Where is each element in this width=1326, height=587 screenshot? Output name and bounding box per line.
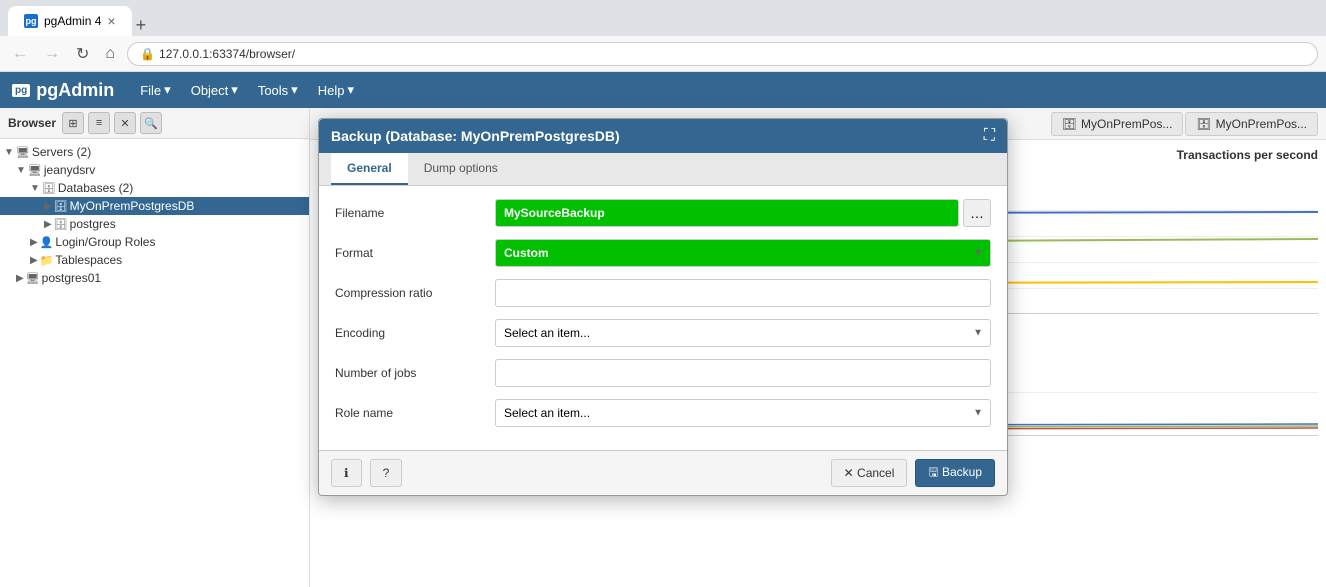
sidebar-grid-button[interactable]: ⊞ [62,112,84,134]
filename-row: Filename … [335,198,991,228]
chevron-jeanydsrv [16,165,26,176]
jobs-input[interactable] [495,359,991,387]
db-icon-2: 🗄 [1196,117,1211,131]
lock-icon: 🔒 [140,47,155,61]
menu-object[interactable]: Object ▾ [181,76,248,104]
filename-control: … [495,199,991,227]
chevron-tablespaces [30,255,38,266]
chevron-myonprem [44,201,52,212]
browser-label: Browser [6,112,58,134]
transactions-title: Transactions per second [1177,148,1318,162]
modal-header: Backup (Database: MyOnPremPostgresDB) ⛶ [319,119,1007,153]
servers-icon: 🖥 [16,146,30,159]
chevron-databases [30,183,40,194]
role-control: Select an item... ▼ [495,399,991,427]
sidebar-list-button[interactable]: ≡ [88,112,110,134]
sidebar-delete-button[interactable]: ✕ [114,112,136,134]
format-row: Format Custom Tar Plain Directory ▼ [335,238,991,268]
app-menu: File ▾ Object ▾ Tools ▾ Help ▾ [130,76,364,104]
address-bar[interactable]: 🔒 127.0.0.1:63374/browser/ [127,42,1318,66]
app-logo: pg pgAdmin [12,80,114,101]
chevron-postgres [44,219,52,230]
app-header: pg pgAdmin File ▾ Object ▾ Tools ▾ Help … [0,72,1326,108]
tree-item-tablespaces[interactable]: 📁 Tablespaces [0,251,309,269]
role-row: Role name Select an item... ▼ [335,398,991,428]
db-icon: 🗄 [54,200,68,213]
jobs-control [495,359,991,387]
backup-button[interactable]: 🖫 Backup [915,459,995,487]
menu-file[interactable]: File ▾ [130,76,180,104]
server01-icon: 🖥 [26,272,40,285]
browser-tab[interactable]: pg pgAdmin 4 × [8,6,132,36]
modal-tab-dump[interactable]: Dump options [408,153,514,185]
databases-icon: 🗄 [42,182,56,195]
extra-tab-1[interactable]: 🗄 MyOnPremPos... [1051,112,1184,136]
chevron-servers [4,147,14,158]
chevron-login [30,237,38,248]
footer-right: ✕ Cancel 🖫 Backup [831,459,995,487]
tree-item-login-roles[interactable]: 👤 Login/Group Roles [0,233,309,251]
browse-button[interactable]: … [963,199,991,227]
roles-icon: 👤 [40,236,54,249]
format-control: Custom Tar Plain Directory ▼ [495,239,991,267]
sidebar-search-button[interactable]: 🔍 [140,112,162,134]
tree-item-databases[interactable]: 🗄 Databases (2) [0,179,309,197]
tab-favicon: pg [24,14,38,28]
format-select[interactable]: Custom Tar Plain Directory [495,239,991,267]
compression-label: Compression ratio [335,286,495,300]
address-text: 127.0.0.1:63374/browser/ [159,47,1305,61]
back-button[interactable]: ← [8,43,32,65]
logo-box: pg [12,84,30,97]
modal-title: Backup (Database: MyOnPremPostgresDB) [331,128,620,144]
format-label: Format [335,246,495,260]
server-icon: 🖥 [28,164,42,177]
tree-item-myonprem[interactable]: 🗄 MyOnPremPostgresDB [0,197,309,215]
tree-item-postgres[interactable]: 🗄 postgres [0,215,309,233]
encoding-label: Encoding [335,326,495,340]
chevron-postgres01 [16,273,24,284]
tab-label: pgAdmin 4 [44,14,101,28]
jobs-row: Number of jobs [335,358,991,388]
new-tab-button[interactable]: + [132,15,151,36]
tab-close-button[interactable]: × [107,14,115,28]
backup-modal: Backup (Database: MyOnPremPostgresDB) ⛶ … [318,118,1008,496]
cancel-button[interactable]: ✕ Cancel [831,459,908,487]
encoding-select[interactable]: Select an item... [495,319,991,347]
filename-input[interactable] [495,199,959,227]
postgres-icon: 🗄 [54,218,68,231]
tree-item-servers[interactable]: 🖥 Servers (2) [0,143,309,161]
modal-footer: ℹ ? ✕ Cancel 🖫 Backup [319,450,1007,495]
modal-tabs: General Dump options [319,153,1007,186]
help-button[interactable]: ? [370,459,403,487]
extra-tabs: 🗄 MyOnPremPos... 🗄 MyOnPremPos... [1051,112,1318,136]
encoding-control: Select an item... ▼ [495,319,991,347]
role-label: Role name [335,406,495,420]
modal-tab-general[interactable]: General [331,153,408,185]
menu-help[interactable]: Help ▾ [308,76,364,104]
info-button[interactable]: ℹ [331,459,362,487]
tablespaces-icon: 📁 [40,254,54,267]
tree-item-jeanydsrv[interactable]: 🖥 jeanydsrv [0,161,309,179]
role-select[interactable]: Select an item... [495,399,991,427]
forward-button[interactable]: → [40,43,64,65]
encoding-row: Encoding Select an item... ▼ [335,318,991,348]
logo-text: pgAdmin [36,80,114,101]
compression-input[interactable] [495,279,991,307]
reload-button[interactable]: ↻ [72,42,93,66]
compression-row: Compression ratio [335,278,991,308]
sidebar-toolbar: Browser ⊞ ≡ ✕ 🔍 [0,108,309,139]
footer-left: ℹ ? [331,459,402,487]
sidebar-tree: 🖥 Servers (2) 🖥 jeanydsrv 🗄 Databases (2… [0,139,309,587]
compression-control [495,279,991,307]
tree-item-postgres01[interactable]: 🖥 postgres01 [0,269,309,287]
jobs-label: Number of jobs [335,366,495,380]
modal-expand-button[interactable]: ⛶ [984,127,995,145]
filename-label: Filename [335,206,495,220]
extra-tab-2[interactable]: 🗄 MyOnPremPos... [1185,112,1318,136]
db-icon-1: 🗄 [1062,117,1077,131]
sidebar: Browser ⊞ ≡ ✕ 🔍 🖥 Servers (2) 🖥 jeanydsr… [0,108,310,587]
modal-body: Filename … Format Custom Tar Plain Direc… [319,186,1007,450]
menu-tools[interactable]: Tools ▾ [248,76,308,104]
home-button[interactable]: ⌂ [101,43,119,65]
